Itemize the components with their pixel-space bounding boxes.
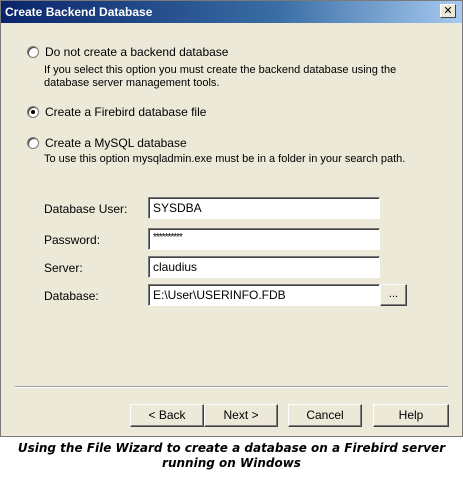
radio-mysql[interactable] (27, 137, 39, 149)
password-input[interactable]: ********** (148, 228, 380, 250)
radio-firebird[interactable] (27, 106, 39, 118)
window-title: Create Backend Database (5, 5, 153, 19)
password-label: Password: (44, 233, 101, 247)
database-path-input[interactable]: E:\User\USERINFO.FDB (148, 284, 380, 306)
next-button[interactable]: Next > (204, 404, 278, 427)
title-bar: Create Backend Database ✕ (1, 1, 462, 23)
database-label: Database: (44, 289, 99, 303)
back-button[interactable]: < Back (130, 404, 204, 427)
option-mysql-label: Create a MySQL database (45, 136, 187, 150)
help-button[interactable]: Help (373, 404, 449, 427)
option-mysql-description: To use this option mysqladmin.exe must b… (44, 153, 406, 165)
option-firebird-label: Create a Firebird database file (45, 105, 207, 119)
server-input[interactable]: claudius (148, 256, 380, 278)
close-icon[interactable]: ✕ (440, 4, 456, 18)
radio-no-backend[interactable] (27, 46, 39, 58)
option-no-backend[interactable]: Do not create a backend database (27, 45, 228, 59)
browse-button[interactable]: ... (380, 284, 407, 306)
database-user-input[interactable]: SYSDBA (148, 197, 380, 219)
option-no-backend-label: Do not create a backend database (45, 45, 229, 59)
server-label: Server: (44, 261, 83, 275)
option-mysql[interactable]: Create a MySQL database (27, 136, 187, 150)
option-no-backend-description: If you select this option you must creat… (44, 64, 397, 89)
separator (15, 386, 448, 388)
figure-caption: Using the File Wizard to create a databa… (17, 441, 446, 470)
create-backend-database-dialog: Create Backend Database ✕ Do not create … (0, 0, 463, 437)
database-user-label: Database User: (44, 202, 128, 216)
option-firebird[interactable]: Create a Firebird database file (27, 105, 206, 119)
cancel-button[interactable]: Cancel (288, 404, 362, 427)
